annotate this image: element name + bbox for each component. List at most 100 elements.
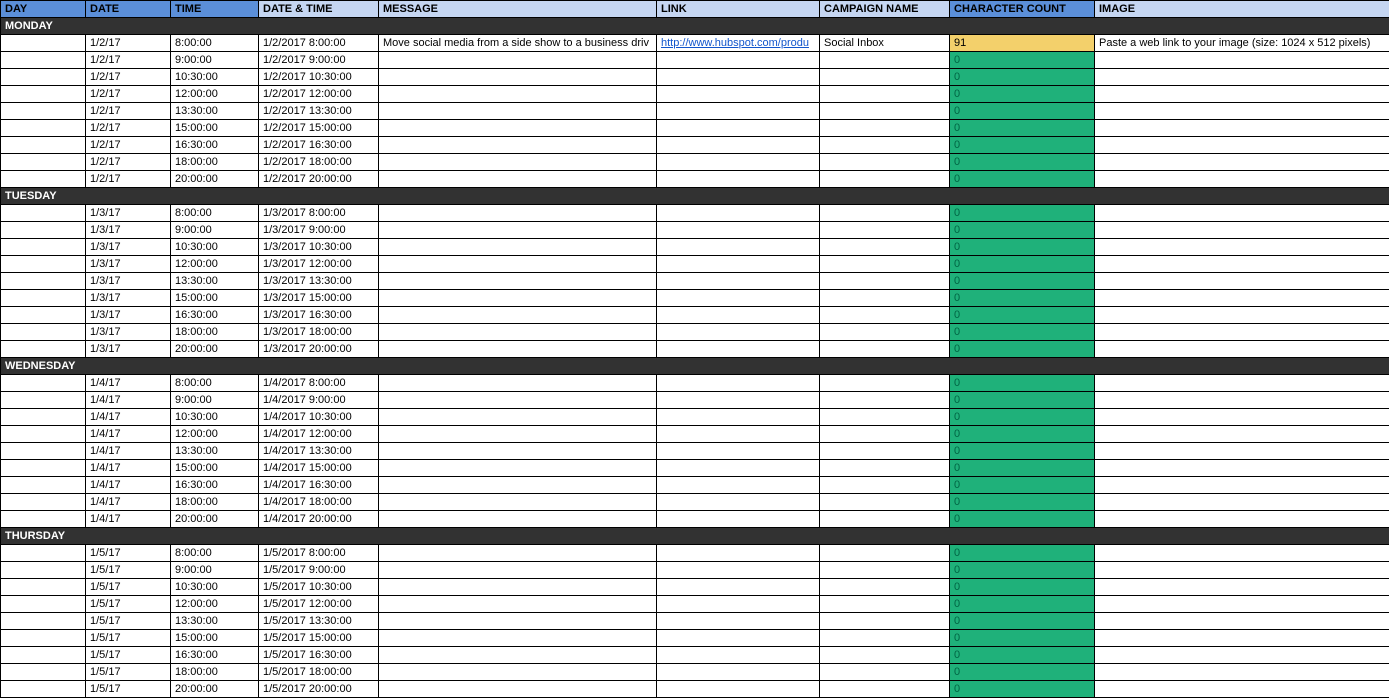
cell-day[interactable]: [1, 579, 86, 596]
cell-date[interactable]: 1/5/17: [86, 647, 171, 664]
cell-message[interactable]: [379, 443, 657, 460]
cell-datetime[interactable]: 1/5/2017 10:30:00: [259, 579, 379, 596]
table-row[interactable]: 1/2/1715:00:001/2/2017 15:00:000: [1, 120, 1389, 137]
cell-time[interactable]: 12:00:00: [171, 426, 259, 443]
header-campaign[interactable]: CAMPAIGN NAME: [820, 1, 950, 18]
cell-image[interactable]: Paste a web link to your image (size: 10…: [1095, 35, 1389, 52]
cell-datetime[interactable]: 1/3/2017 13:30:00: [259, 273, 379, 290]
table-row[interactable]: 1/4/1713:30:001/4/2017 13:30:000: [1, 443, 1389, 460]
cell-campaign[interactable]: [820, 681, 950, 698]
table-row[interactable]: 1/5/1716:30:001/5/2017 16:30:000: [1, 647, 1389, 664]
cell-time[interactable]: 18:00:00: [171, 324, 259, 341]
cell-day[interactable]: [1, 630, 86, 647]
cell-day[interactable]: [1, 664, 86, 681]
cell-datetime[interactable]: 1/2/2017 16:30:00: [259, 137, 379, 154]
cell-date[interactable]: 1/4/17: [86, 392, 171, 409]
table-row[interactable]: 1/5/1713:30:001/5/2017 13:30:000: [1, 613, 1389, 630]
cell-datetime[interactable]: 1/4/2017 9:00:00: [259, 392, 379, 409]
cell-link[interactable]: [657, 171, 820, 188]
cell-charcount[interactable]: 0: [950, 137, 1095, 154]
cell-day[interactable]: [1, 494, 86, 511]
cell-campaign[interactable]: [820, 613, 950, 630]
cell-time[interactable]: 15:00:00: [171, 630, 259, 647]
cell-time[interactable]: 13:30:00: [171, 273, 259, 290]
cell-charcount[interactable]: 0: [950, 443, 1095, 460]
cell-image[interactable]: [1095, 154, 1389, 171]
cell-time[interactable]: 15:00:00: [171, 120, 259, 137]
cell-link[interactable]: [657, 375, 820, 392]
cell-time[interactable]: 8:00:00: [171, 545, 259, 562]
cell-charcount[interactable]: 0: [950, 307, 1095, 324]
cell-date[interactable]: 1/5/17: [86, 630, 171, 647]
cell-image[interactable]: [1095, 647, 1389, 664]
cell-datetime[interactable]: 1/3/2017 16:30:00: [259, 307, 379, 324]
cell-campaign[interactable]: [820, 69, 950, 86]
cell-time[interactable]: 16:30:00: [171, 477, 259, 494]
table-row[interactable]: 1/2/1718:00:001/2/2017 18:00:000: [1, 154, 1389, 171]
table-row[interactable]: 1/3/1713:30:001/3/2017 13:30:000: [1, 273, 1389, 290]
cell-date[interactable]: 1/5/17: [86, 664, 171, 681]
cell-charcount[interactable]: 0: [950, 120, 1095, 137]
cell-datetime[interactable]: 1/2/2017 9:00:00: [259, 52, 379, 69]
cell-time[interactable]: 18:00:00: [171, 664, 259, 681]
cell-message[interactable]: [379, 647, 657, 664]
cell-time[interactable]: 12:00:00: [171, 256, 259, 273]
cell-date[interactable]: 1/4/17: [86, 375, 171, 392]
cell-charcount[interactable]: 0: [950, 409, 1095, 426]
table-row[interactable]: 1/5/178:00:001/5/2017 8:00:000: [1, 545, 1389, 562]
day-header-row[interactable]: MONDAY: [1, 18, 1389, 35]
cell-time[interactable]: 9:00:00: [171, 392, 259, 409]
cell-time[interactable]: 10:30:00: [171, 239, 259, 256]
cell-date[interactable]: 1/2/17: [86, 103, 171, 120]
cell-charcount[interactable]: 0: [950, 239, 1095, 256]
cell-charcount[interactable]: 0: [950, 205, 1095, 222]
cell-datetime[interactable]: 1/4/2017 16:30:00: [259, 477, 379, 494]
cell-time[interactable]: 15:00:00: [171, 290, 259, 307]
cell-datetime[interactable]: 1/5/2017 13:30:00: [259, 613, 379, 630]
table-row[interactable]: 1/4/1712:00:001/4/2017 12:00:000: [1, 426, 1389, 443]
cell-charcount[interactable]: 0: [950, 392, 1095, 409]
cell-message[interactable]: [379, 392, 657, 409]
cell-day[interactable]: [1, 511, 86, 528]
cell-date[interactable]: 1/3/17: [86, 256, 171, 273]
schedule-table[interactable]: DAY DATE TIME DATE & TIME MESSAGE LINK C…: [0, 0, 1389, 698]
cell-campaign[interactable]: Social Inbox: [820, 35, 950, 52]
cell-charcount[interactable]: 0: [950, 375, 1095, 392]
cell-time[interactable]: 9:00:00: [171, 562, 259, 579]
cell-date[interactable]: 1/3/17: [86, 341, 171, 358]
cell-link[interactable]: [657, 613, 820, 630]
cell-day[interactable]: [1, 409, 86, 426]
cell-campaign[interactable]: [820, 460, 950, 477]
cell-date[interactable]: 1/4/17: [86, 443, 171, 460]
cell-image[interactable]: [1095, 341, 1389, 358]
cell-date[interactable]: 1/4/17: [86, 409, 171, 426]
cell-date[interactable]: 1/3/17: [86, 205, 171, 222]
cell-campaign[interactable]: [820, 103, 950, 120]
cell-day[interactable]: [1, 69, 86, 86]
cell-day[interactable]: [1, 324, 86, 341]
cell-message[interactable]: [379, 205, 657, 222]
header-message[interactable]: MESSAGE: [379, 1, 657, 18]
cell-link[interactable]: [657, 409, 820, 426]
cell-image[interactable]: [1095, 239, 1389, 256]
table-row[interactable]: 1/5/179:00:001/5/2017 9:00:000: [1, 562, 1389, 579]
cell-image[interactable]: [1095, 307, 1389, 324]
cell-campaign[interactable]: [820, 647, 950, 664]
cell-campaign[interactable]: [820, 511, 950, 528]
cell-image[interactable]: [1095, 630, 1389, 647]
cell-link[interactable]: [657, 460, 820, 477]
cell-campaign[interactable]: [820, 171, 950, 188]
table-row[interactable]: 1/3/179:00:001/3/2017 9:00:000: [1, 222, 1389, 239]
cell-campaign[interactable]: [820, 443, 950, 460]
cell-image[interactable]: [1095, 324, 1389, 341]
cell-campaign[interactable]: [820, 222, 950, 239]
cell-message[interactable]: [379, 511, 657, 528]
cell-datetime[interactable]: 1/2/2017 12:00:00: [259, 86, 379, 103]
cell-image[interactable]: [1095, 222, 1389, 239]
cell-link[interactable]: [657, 630, 820, 647]
cell-time[interactable]: 15:00:00: [171, 460, 259, 477]
table-row[interactable]: 1/4/1710:30:001/4/2017 10:30:000: [1, 409, 1389, 426]
table-row[interactable]: 1/2/1710:30:001/2/2017 10:30:000: [1, 69, 1389, 86]
cell-image[interactable]: [1095, 443, 1389, 460]
cell-date[interactable]: 1/4/17: [86, 460, 171, 477]
